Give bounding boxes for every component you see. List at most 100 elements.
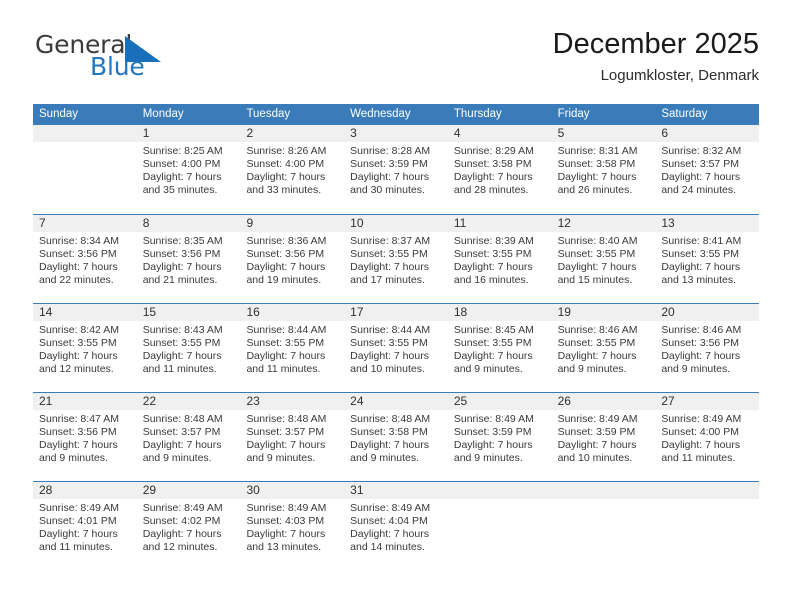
day-detail-line: Daylight: 7 hours bbox=[453, 350, 533, 363]
day-number-band: 4 bbox=[447, 125, 552, 142]
day-number: 13 bbox=[661, 216, 675, 230]
calendar-day-cell[interactable]: 3 Sunrise: 8:28 AM Sunset: 3:59 PM Daylight… bbox=[344, 125, 448, 214]
day-detail-body: Sunrise: 8:48 AM Sunset: 3:57 PM Daylight:… bbox=[240, 410, 344, 465]
calendar-day-cell[interactable]: 6 Sunrise: 8:32 AM Sunset: 3:57 PM Daylight… bbox=[655, 125, 760, 214]
calendar-day-cell[interactable]: 17 Sunrise: 8:44 AM Sunset: 3:55 PM Dayligh… bbox=[344, 304, 448, 392]
brand-logo[interactable]: General Blue bbox=[33, 28, 243, 90]
day-detail-line: and 14 minutes. bbox=[350, 541, 425, 554]
day-detail-line: Sunset: 4:00 PM bbox=[661, 426, 739, 439]
calendar-day-cell[interactable]: 28 Sunrise: 8:49 AM Sunset: 4:01 PM Dayligh… bbox=[33, 482, 137, 570]
weekday-header-friday: Friday bbox=[557, 108, 590, 120]
day-detail-line: Sunset: 3:55 PM bbox=[350, 248, 428, 261]
day-detail-line: and 9 minutes. bbox=[246, 452, 316, 465]
day-number-band: 11 bbox=[447, 215, 552, 232]
calendar-day-cell[interactable]: 9 Sunrise: 8:36 AM Sunset: 3:56 PM Daylight… bbox=[240, 215, 345, 303]
day-detail-line: Daylight: 7 hours bbox=[246, 261, 326, 274]
day-detail-line: Sunrise: 8:39 AM bbox=[453, 235, 534, 247]
day-number-band: 10 bbox=[344, 215, 448, 232]
calendar-day-cell[interactable]: 16 Sunrise: 8:44 AM Sunset: 3:55 PM Dayligh… bbox=[240, 304, 345, 392]
calendar-day-cell[interactable]: 24 Sunrise: 8:48 AM Sunset: 3:58 PM Dayligh… bbox=[344, 393, 448, 481]
calendar-day-cell[interactable]: 2 Sunrise: 8:26 AM Sunset: 4:00 PM Daylight… bbox=[240, 125, 345, 214]
calendar-day-cell[interactable]: 10 Sunrise: 8:37 AM Sunset: 3:55 PM Dayligh… bbox=[344, 215, 448, 303]
calendar-day-cell[interactable]: 30 Sunrise: 8:49 AM Sunset: 4:03 PM Dayligh… bbox=[240, 482, 345, 570]
page-subtitle: Logumkloster, Denmark bbox=[600, 67, 759, 85]
day-detail-line: and 9 minutes. bbox=[39, 452, 108, 465]
day-number-band: 17 bbox=[344, 304, 448, 321]
calendar-day-cell[interactable]: 4 Sunrise: 8:29 AM Sunset: 3:58 PM Daylight… bbox=[447, 125, 552, 214]
day-detail-line: and 11 minutes. bbox=[39, 541, 113, 554]
calendar-day-cell[interactable]: 22 Sunrise: 8:48 AM Sunset: 3:57 PM Dayligh… bbox=[136, 393, 241, 481]
day-detail-line: and 24 minutes. bbox=[661, 184, 737, 197]
day-detail-line: Sunrise: 8:40 AM bbox=[557, 235, 638, 247]
day-number: 15 bbox=[142, 305, 157, 319]
day-detail-line: Daylight: 7 hours bbox=[453, 439, 533, 452]
weekday-header-monday: Monday bbox=[142, 108, 184, 120]
calendar-day-cell[interactable]: 15 Sunrise: 8:43 AM Sunset: 3:55 PM Dayligh… bbox=[136, 304, 241, 392]
day-detail-line: Daylight: 7 hours bbox=[661, 350, 741, 363]
day-detail-line: Sunrise: 8:31 AM bbox=[557, 145, 638, 157]
calendar-day-cell-empty bbox=[33, 125, 137, 214]
day-number-band: 7 bbox=[33, 215, 137, 232]
day-detail-line: and 9 minutes. bbox=[453, 452, 523, 465]
day-detail-line: Sunset: 3:55 PM bbox=[661, 248, 739, 261]
day-detail-line: Sunset: 3:56 PM bbox=[39, 426, 117, 439]
day-number-band: 3 bbox=[344, 125, 448, 142]
calendar-table: Sunday Monday Tuesday Wednesday Thursday Frid… bbox=[33, 104, 760, 570]
day-detail-line: Daylight: 7 hours bbox=[557, 350, 637, 363]
day-detail-line: Sunrise: 8:49 AM bbox=[142, 502, 223, 514]
day-detail-body: Sunrise: 8:49 AM Sunset: 4:03 PM Daylight:… bbox=[240, 499, 344, 554]
day-number-band: 29 bbox=[136, 482, 241, 499]
day-detail-line: Sunset: 4:01 PM bbox=[39, 515, 117, 528]
weekday-header-row: Sunday Monday Tuesday Wednesday Thursday Frid… bbox=[33, 104, 759, 125]
day-detail-line: and 28 minutes. bbox=[453, 184, 529, 197]
day-detail-body: Sunrise: 8:29 AM Sunset: 3:58 PM Daylight:… bbox=[448, 142, 552, 197]
day-detail-line: and 10 minutes. bbox=[557, 452, 633, 465]
calendar-day-cell[interactable]: 19 Sunrise: 8:46 AM Sunset: 3:55 PM Dayligh… bbox=[551, 304, 656, 392]
day-number-band: 2 bbox=[240, 125, 345, 142]
calendar-week-row: 1 Sunrise: 8:25 AM Sunset: 4:00 PM Daylight… bbox=[33, 125, 760, 214]
calendar-day-cell[interactable]: 12 Sunrise: 8:40 AM Sunset: 3:55 PM Dayligh… bbox=[551, 215, 656, 303]
calendar-day-cell[interactable]: 20 Sunrise: 8:46 AM Sunset: 3:56 PM Dayligh… bbox=[655, 304, 760, 392]
calendar-day-cell[interactable]: 8 Sunrise: 8:35 AM Sunset: 3:56 PM Daylight… bbox=[136, 215, 241, 303]
day-detail-line: Sunset: 4:02 PM bbox=[142, 515, 221, 528]
calendar-day-cell[interactable]: 31 Sunrise: 8:49 AM Sunset: 4:04 PM Dayligh… bbox=[344, 482, 448, 570]
day-number: 30 bbox=[246, 483, 260, 497]
day-detail-line: Sunset: 4:00 PM bbox=[246, 158, 325, 171]
day-detail-line: Sunrise: 8:47 AM bbox=[39, 413, 119, 425]
day-detail-line: Daylight: 7 hours bbox=[246, 171, 326, 184]
day-number: 26 bbox=[557, 394, 571, 408]
calendar-day-cell[interactable]: 27 Sunrise: 8:49 AM Sunset: 4:00 PM Dayligh… bbox=[655, 393, 760, 481]
day-detail-line: Daylight: 7 hours bbox=[661, 171, 741, 184]
day-detail-line: Sunrise: 8:29 AM bbox=[453, 145, 534, 157]
day-number: 7 bbox=[39, 216, 46, 230]
day-detail-body: Sunrise: 8:46 AM Sunset: 3:56 PM Daylight:… bbox=[655, 321, 759, 376]
day-number-band bbox=[551, 482, 656, 499]
calendar-day-cell[interactable]: 5 Sunrise: 8:31 AM Sunset: 3:58 PM Daylight… bbox=[551, 125, 656, 214]
day-detail-line: and 9 minutes. bbox=[350, 452, 420, 465]
day-number-band: 9 bbox=[240, 215, 345, 232]
calendar-day-cell[interactable]: 23 Sunrise: 8:48 AM Sunset: 3:57 PM Dayligh… bbox=[240, 393, 345, 481]
calendar-day-cell[interactable]: 21 Sunrise: 8:47 AM Sunset: 3:56 PM Dayligh… bbox=[33, 393, 137, 481]
day-detail-line: Sunset: 3:58 PM bbox=[453, 158, 532, 171]
day-number: 9 bbox=[246, 216, 254, 230]
calendar-day-cell[interactable]: 25 Sunrise: 8:49 AM Sunset: 3:59 PM Dayligh… bbox=[447, 393, 552, 481]
calendar-day-cell[interactable]: 1 Sunrise: 8:25 AM Sunset: 4:00 PM Daylight… bbox=[136, 125, 241, 214]
calendar-day-cell[interactable]: 26 Sunrise: 8:49 AM Sunset: 3:59 PM Dayligh… bbox=[551, 393, 656, 481]
calendar-day-cell[interactable]: 29 Sunrise: 8:49 AM Sunset: 4:02 PM Dayligh… bbox=[136, 482, 241, 570]
day-detail-line: Daylight: 7 hours bbox=[350, 171, 429, 184]
calendar-day-cell[interactable]: 11 Sunrise: 8:39 AM Sunset: 3:55 PM Dayligh… bbox=[447, 215, 552, 303]
day-detail-line: Sunset: 3:56 PM bbox=[246, 248, 325, 261]
calendar-day-cell[interactable]: 13 Sunrise: 8:41 AM Sunset: 3:55 PM Dayligh… bbox=[655, 215, 760, 303]
day-number: 24 bbox=[350, 394, 364, 408]
calendar-day-cell[interactable]: 18 Sunrise: 8:45 AM Sunset: 3:55 PM Dayligh… bbox=[447, 304, 552, 392]
day-detail-body: Sunrise: 8:35 AM Sunset: 3:56 PM Daylight:… bbox=[137, 232, 241, 287]
day-detail-line: Sunset: 3:55 PM bbox=[557, 337, 636, 350]
day-detail-line: Daylight: 7 hours bbox=[39, 261, 118, 274]
day-detail-line: Sunrise: 8:48 AM bbox=[142, 413, 223, 425]
day-detail-body: Sunrise: 8:44 AM Sunset: 3:55 PM Daylight:… bbox=[344, 321, 448, 376]
day-number: 5 bbox=[557, 126, 565, 140]
calendar-day-cell[interactable]: 14 Sunrise: 8:42 AM Sunset: 3:55 PM Dayligh… bbox=[33, 304, 137, 392]
day-number-band: 1 bbox=[136, 125, 241, 142]
day-number: 11 bbox=[453, 216, 467, 230]
calendar-day-cell[interactable]: 7 Sunrise: 8:34 AM Sunset: 3:56 PM Daylight… bbox=[33, 215, 137, 303]
